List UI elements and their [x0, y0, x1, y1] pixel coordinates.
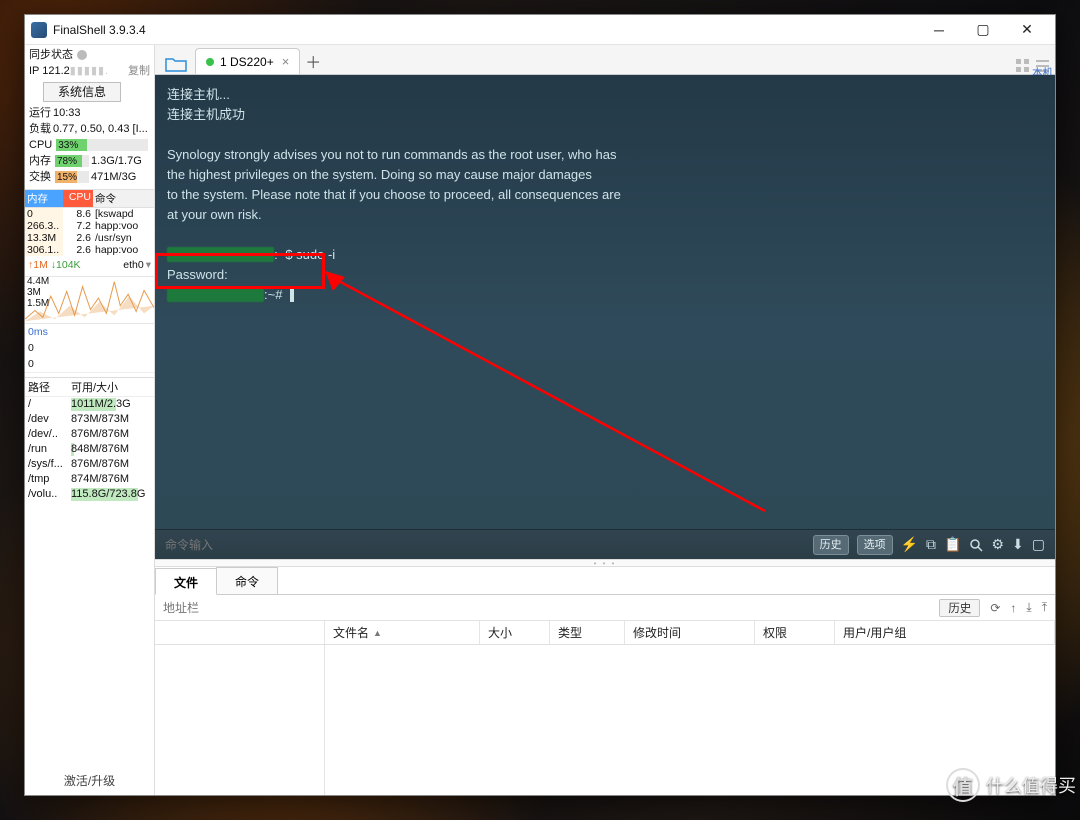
search-icon[interactable] [969, 538, 983, 552]
net-header: ↑1M ↓104K eth0 ▾ [25, 256, 154, 274]
close-tab-icon[interactable]: × [282, 54, 290, 69]
proc-col-cmd[interactable]: 命令 [93, 190, 154, 207]
minimize-button[interactable]: ─ [917, 16, 961, 44]
mem-row: 内存 78% 1.3G/1.7G [29, 153, 150, 169]
file-list[interactable] [325, 645, 1055, 795]
fs-col-size[interactable]: 可用/大小 [71, 379, 151, 395]
address-input[interactable] [163, 601, 929, 615]
fs-col-path[interactable]: 路径 [28, 379, 71, 395]
main-area: 1 DS220+ × ＋ 连接主机... 连接主机成功 Synology str… [155, 45, 1055, 795]
app-title: FinalShell 3.9.3.4 [53, 23, 917, 37]
col-name[interactable]: 文件名▲ [325, 621, 480, 644]
annotation-box [155, 253, 325, 289]
gear-icon[interactable]: ⚙ [991, 536, 1004, 553]
latency-row: 0ms 本机 [25, 324, 154, 340]
tab-label: 1 DS220+ [220, 55, 274, 69]
chevron-down-icon[interactable]: ▾ [146, 257, 151, 273]
tab-commands[interactable]: 命令 [216, 567, 278, 594]
folder-icon[interactable] [163, 54, 189, 74]
fs-row[interactable]: /1011M/2.3G [25, 397, 154, 412]
file-panel: 文件 命令 历史 ⟳ ↑ ⤓ ⤒ 文件名▲ 大小 [155, 567, 1055, 795]
swap-row: 交换 15% 471M/3G [29, 169, 150, 185]
status-dot-icon [206, 58, 214, 66]
cpu-row: CPU 33% [29, 137, 150, 153]
app-icon [31, 22, 47, 38]
col-type[interactable]: 类型 [550, 621, 625, 644]
col-owner[interactable]: 用户/用户组 [835, 621, 1055, 644]
copy-link[interactable]: 复制 [128, 63, 150, 79]
network-graph: 4.4M3M1.5M [25, 276, 154, 324]
activate-link[interactable]: 激活/升级 [25, 766, 154, 795]
process-row[interactable]: 08.6[kswapd [25, 208, 154, 220]
mem-bar: 78% [55, 155, 89, 167]
col-perm[interactable]: 权限 [755, 621, 835, 644]
load-row: 负载 0.77, 0.50, 0.43 [I... [29, 121, 150, 137]
fs-row[interactable]: /dev873M/873M [25, 412, 154, 427]
process-row[interactable]: 306.1..2.6happ:voo [25, 244, 154, 256]
ip-row: IP 121.2 ▮▮▮▮▮. 复制 [29, 63, 150, 79]
sort-asc-icon: ▲ [373, 628, 382, 638]
fs-row[interactable]: /sys/f...876M/876M [25, 457, 154, 472]
maximize-button[interactable]: ▢ [961, 16, 1005, 44]
app-window: FinalShell 3.9.3.4 ─ ▢ ✕ 同步状态 IP 121.2 ▮… [24, 14, 1056, 796]
fs-row[interactable]: /run848M/876M [25, 442, 154, 457]
process-row[interactable]: 13.3M2.6/usr/syn [25, 232, 154, 244]
terminal[interactable]: 连接主机... 连接主机成功 Synology strongly advises… [155, 75, 1055, 529]
download-icon[interactable]: ⬇ [1012, 536, 1024, 553]
up-dir-icon[interactable]: ↑ [1010, 601, 1016, 615]
paste-icon[interactable]: 📋 [944, 536, 961, 553]
resize-grip[interactable]: • • • [155, 559, 1055, 567]
ip-label: IP 121.2 [29, 63, 70, 79]
col-size[interactable]: 大小 [480, 621, 550, 644]
annotation-arrow-icon [325, 271, 785, 529]
fs-row[interactable]: /tmp874M/876M [25, 472, 154, 487]
tab-files[interactable]: 文件 [155, 568, 217, 595]
add-tab-button[interactable]: ＋ [300, 48, 326, 74]
fs-row[interactable]: /volu..115.8G/723.8G [25, 487, 154, 502]
ip-masked: ▮▮▮▮▮. [70, 63, 128, 79]
system-info-button[interactable]: 系统信息 [43, 82, 121, 102]
proc-col-cpu[interactable]: CPU [63, 190, 93, 207]
uptime-row: 运行 10:33 [29, 105, 150, 121]
sync-status: 同步状态 [29, 47, 150, 63]
file-tree[interactable] [155, 645, 325, 795]
proc-col-mem[interactable]: 内存 [25, 190, 63, 207]
addr-history-button[interactable]: 历史 [939, 599, 980, 617]
history-button[interactable]: 历史 [813, 535, 849, 555]
bolt-icon[interactable]: ⚡ [901, 536, 918, 553]
cpu-bar: 33% [56, 139, 148, 151]
swap-bar: 15% [55, 171, 89, 183]
col-mtime[interactable]: 修改时间 [625, 621, 755, 644]
status-dot-icon [77, 50, 87, 60]
filesystem-list: 路径 可用/大小 /1011M/2.3G/dev873M/873M/dev/..… [25, 377, 154, 502]
download-file-icon[interactable]: ⤓ [1026, 600, 1031, 615]
fullscreen-icon[interactable]: ▢ [1032, 536, 1045, 553]
refresh-icon[interactable]: ⟳ [990, 601, 1000, 615]
options-button[interactable]: 选项 [857, 535, 893, 555]
close-button[interactable]: ✕ [1005, 16, 1049, 44]
copy-icon[interactable]: ⧉ [926, 536, 936, 553]
upload-file-icon[interactable]: ⤒ [1042, 600, 1047, 615]
process-row[interactable]: 266.3..7.2happ:voo [25, 220, 154, 232]
fs-row[interactable]: /dev/..876M/876M [25, 427, 154, 442]
tab-session-1[interactable]: 1 DS220+ × [195, 48, 300, 74]
file-columns: 文件名▲ 大小 类型 修改时间 权限 用户/用户组 [155, 621, 1055, 645]
tabbar: 1 DS220+ × ＋ [155, 45, 1055, 75]
command-input[interactable] [165, 538, 805, 552]
command-bar: 历史 选项 ⚡ ⧉ 📋 ⚙ ⬇ ▢ [155, 529, 1055, 559]
grid-view-icon[interactable] [1015, 58, 1031, 74]
titlebar: FinalShell 3.9.3.4 ─ ▢ ✕ [25, 15, 1055, 45]
sync-label: 同步状态 [29, 47, 73, 63]
sidebar: 同步状态 IP 121.2 ▮▮▮▮▮. 复制 系统信息 运行 10:33 [25, 45, 155, 795]
process-table: 内存 CPU 命令 08.6[kswapd266.3..7.2happ:voo1… [25, 189, 154, 256]
